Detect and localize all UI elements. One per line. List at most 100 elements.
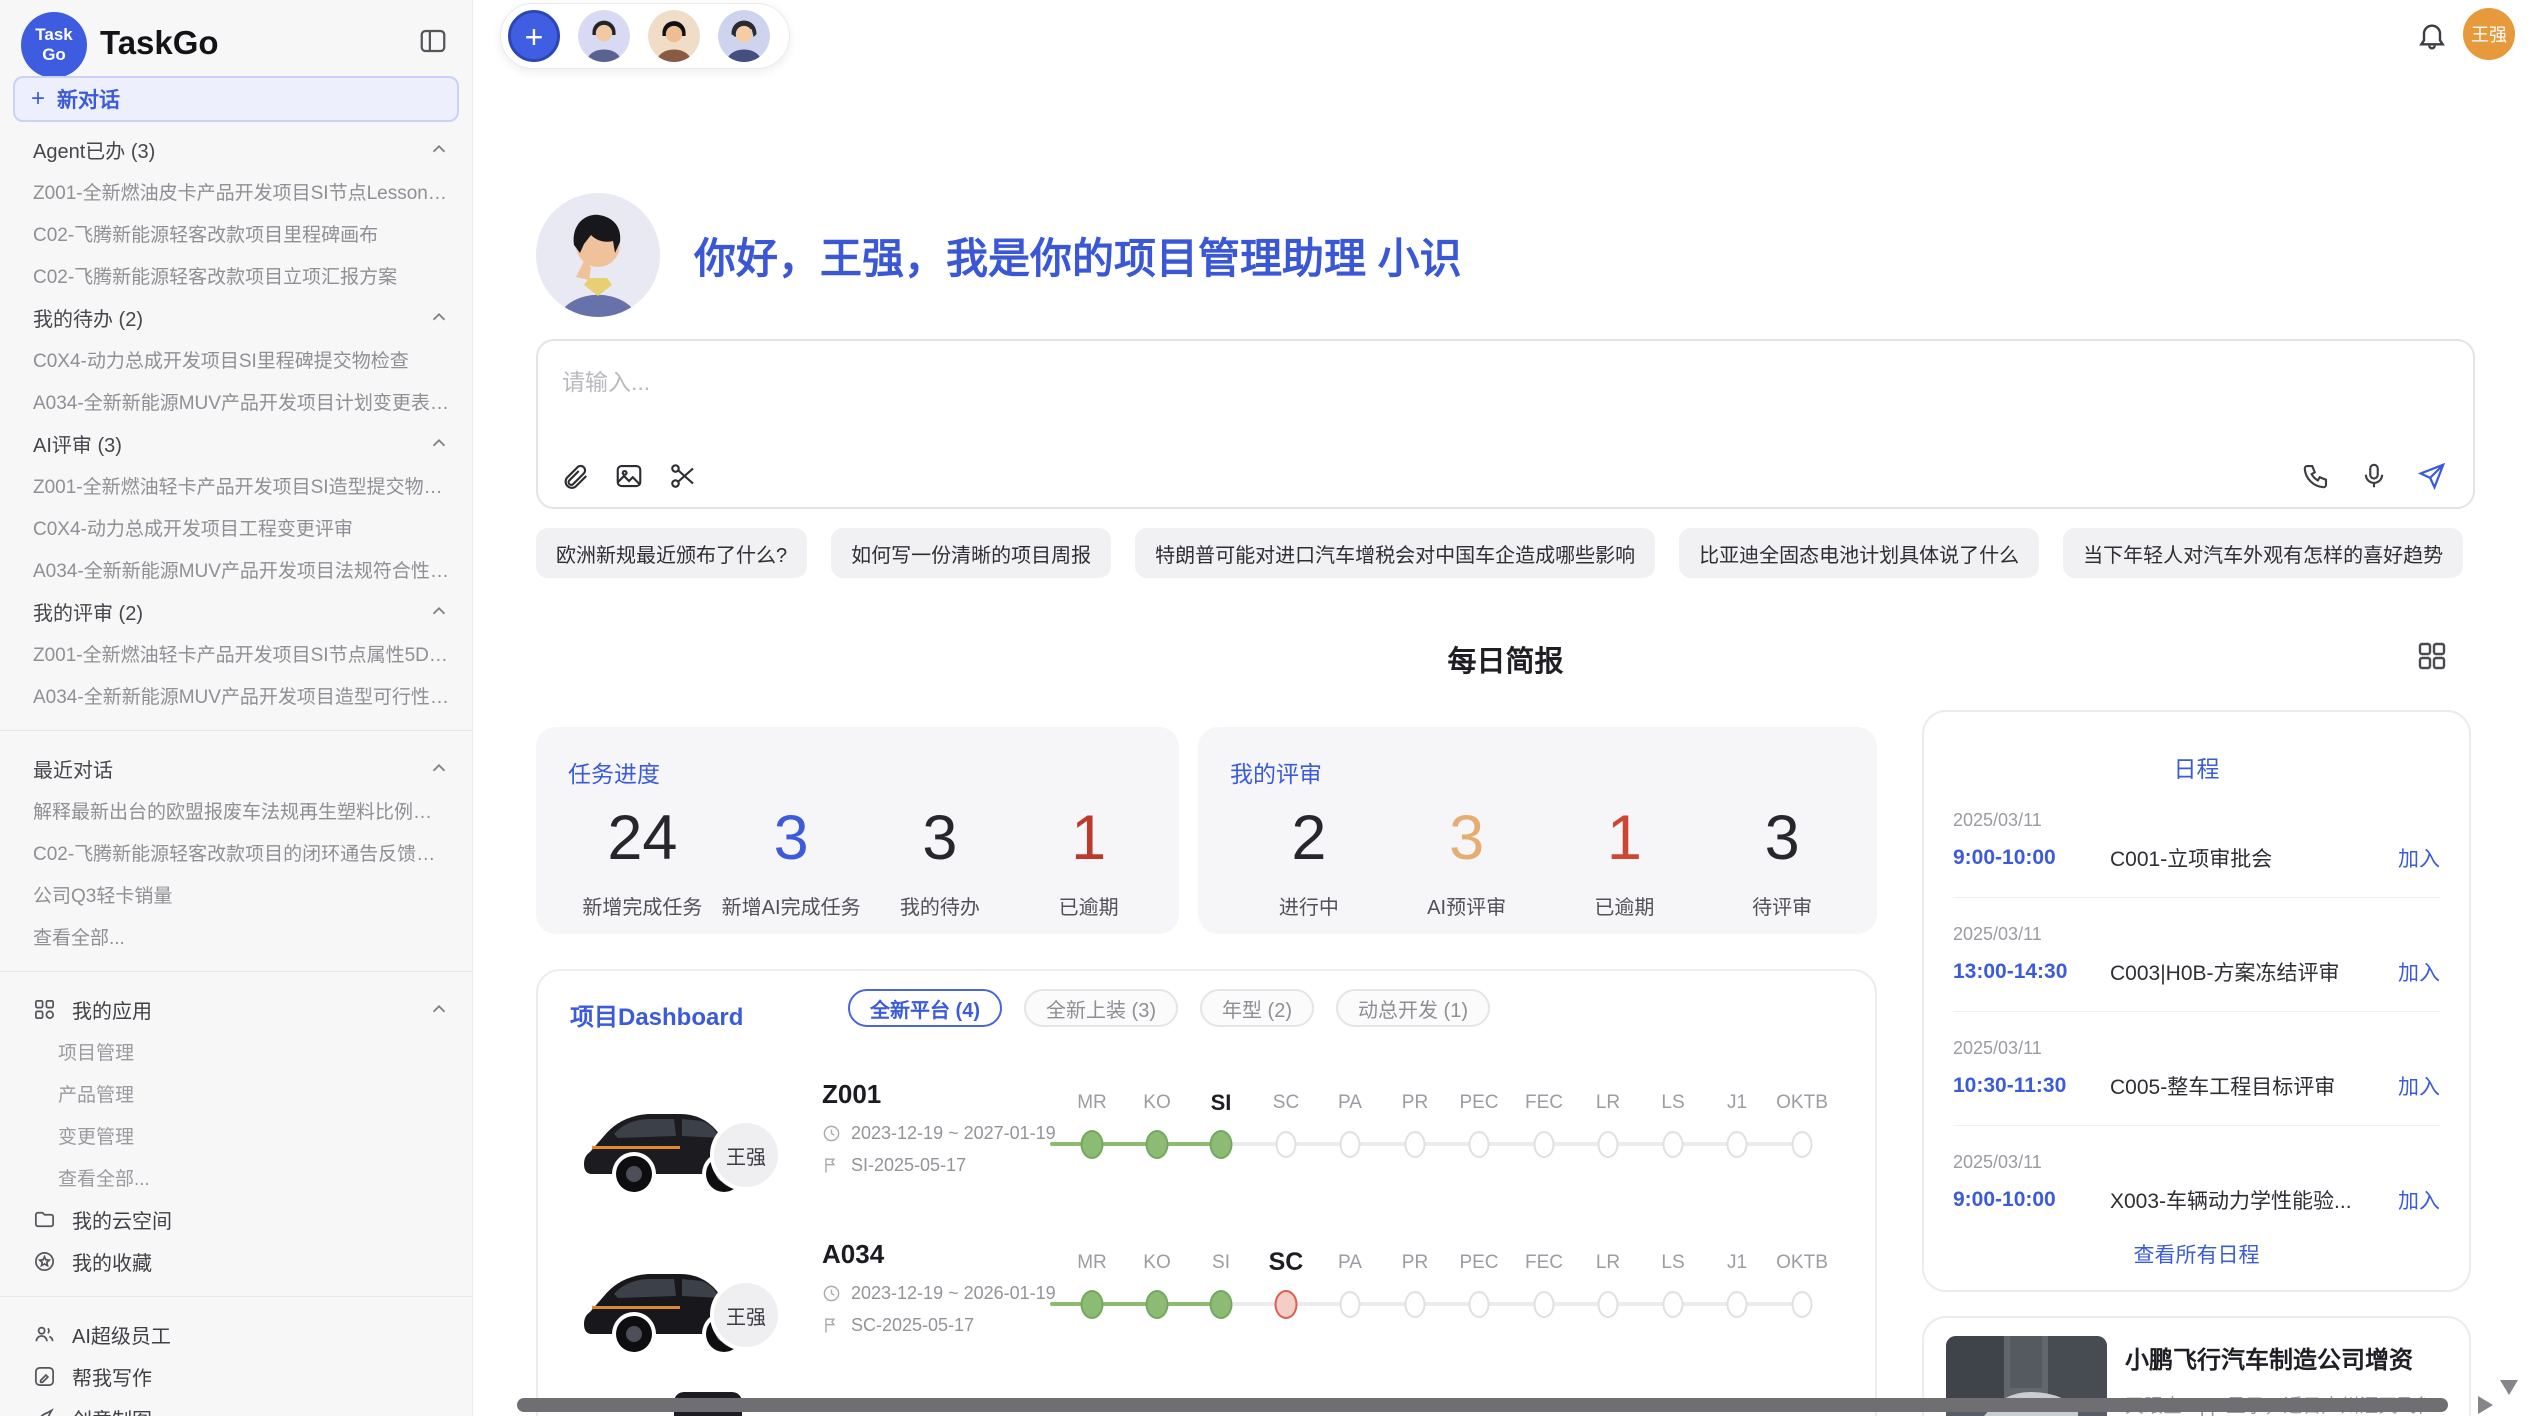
view-all-chats[interactable]: 查看全部... (0, 915, 472, 957)
list-item[interactable]: C0X4-动力总成开发项目SI里程碑提交物检查 (0, 338, 472, 380)
microphone-icon[interactable] (2359, 461, 2389, 491)
milestone-node[interactable] (1210, 1130, 1233, 1159)
milestone-node[interactable] (1340, 1131, 1361, 1158)
view-all-apps[interactable]: 查看全部... (0, 1156, 472, 1198)
list-item[interactable]: Z001-全新燃油轻卡产品开发项目SI节点属性5D文件评审 (0, 632, 472, 674)
user-avatar[interactable]: 王强 (2463, 8, 2515, 60)
scroll-down-arrow[interactable] (2500, 1380, 2518, 1395)
suggestion-chip[interactable]: 如何写一份清晰的项目周报 (831, 528, 1111, 578)
join-link[interactable]: 加入 (2398, 1185, 2440, 1215)
milestone-node[interactable] (1405, 1131, 1426, 1158)
sidebar-item-change-mgmt[interactable]: 变更管理 (0, 1114, 472, 1156)
message-input[interactable] (560, 361, 2264, 429)
dashboard-title: 项目Dashboard (570, 997, 743, 1032)
image-icon[interactable] (614, 461, 644, 491)
suggestion-chip[interactable]: 当下年轻人对汽车外观有怎样的喜好趋势 (2063, 528, 2463, 578)
milestone-node[interactable] (1663, 1131, 1684, 1158)
list-item[interactable]: Z001-全新燃油皮卡产品开发项目SI节点Lesson Learn报告 (0, 170, 472, 212)
milestone-node[interactable] (1275, 1290, 1298, 1319)
assistant-avatar (536, 193, 660, 317)
milestone-node[interactable] (1534, 1131, 1555, 1158)
section-recent-chats[interactable]: 最近对话 (0, 747, 472, 789)
greeting: 你好，王强，我是你的项目管理助理 小识 (536, 193, 1462, 317)
tab-all-new-platform[interactable]: 全新平台 (4) (848, 989, 1002, 1027)
sidebar-item-product-mgmt[interactable]: 产品管理 (0, 1072, 472, 1114)
milestone-label: MR (1077, 1092, 1107, 1114)
schedule-event-title: X003-车辆动力学性能验... (2110, 1185, 2386, 1215)
list-item[interactable]: C0X4-动力总成开发项目工程变更评审 (0, 506, 472, 548)
sidebar-item-project-mgmt[interactable]: 项目管理 (0, 1030, 472, 1072)
section-ai-review[interactable]: AI评审 (3) (0, 422, 472, 464)
milestone-node[interactable] (1081, 1290, 1104, 1319)
project-row[interactable]: 王强 Z001 2023-12-19 ~ 2027-01-19 SI-2025-… (538, 1061, 1875, 1221)
milestone-node[interactable] (1469, 1291, 1490, 1318)
view-all-schedule-link[interactable]: 查看所有日程 (1924, 1239, 2469, 1269)
sidebar-collapse-icon[interactable] (418, 26, 448, 56)
section-my-apps[interactable]: 我的应用 (0, 988, 472, 1030)
milestone-node[interactable] (1792, 1291, 1813, 1318)
join-link[interactable]: 加入 (2398, 1071, 2440, 1101)
project-row[interactable]: 王强 A034 2023-12-19 ~ 2026-01-19 SC-2025-… (538, 1221, 1875, 1381)
milestone-node[interactable] (1792, 1131, 1813, 1158)
list-item[interactable]: 公司Q3轻卡销量 (0, 873, 472, 915)
scissors-icon[interactable] (668, 461, 698, 491)
tab-all-new-body[interactable]: 全新上装 (3) (1024, 989, 1178, 1027)
section-my-review[interactable]: 我的评审 (2) (0, 590, 472, 632)
send-icon[interactable] (2417, 461, 2447, 491)
sidebar-item-favorites[interactable]: 我的收藏 (0, 1240, 472, 1282)
list-item[interactable]: 解释最新出台的欧盟报废车法规再生塑料比例被调至15%... (0, 789, 472, 831)
schedule-event-title: C003|H0B-方案冻结评审 (2110, 957, 2386, 987)
avatar[interactable] (648, 10, 700, 62)
suggestion-chip[interactable]: 比亚迪全固态电池计划具体说了什么 (1679, 528, 2039, 578)
suggestion-chip[interactable]: 欧洲新规最近颁布了什么? (536, 528, 807, 578)
milestone-node[interactable] (1210, 1290, 1233, 1319)
milestone-node[interactable] (1146, 1290, 1169, 1319)
scroll-right-arrow[interactable] (2478, 1396, 2493, 1414)
list-item[interactable]: Z001-全新燃油轻卡产品开发项目SI造型提交物评审 (0, 464, 472, 506)
divider (0, 730, 472, 731)
sidebar-item-ai-staff[interactable]: AI超级员工 (0, 1313, 472, 1355)
tab-model-year[interactable]: 年型 (2) (1200, 989, 1314, 1027)
add-agent-button[interactable]: + (508, 10, 560, 62)
milestone-node[interactable] (1081, 1130, 1104, 1159)
milestone-node[interactable] (1727, 1131, 1748, 1158)
clock-icon (822, 1284, 841, 1303)
list-item[interactable]: A034-全新新能源MUV产品开发项目计划变更表编写 (0, 380, 472, 422)
sidebar-item-help-write[interactable]: 帮我写作 (0, 1355, 472, 1397)
join-link[interactable]: 加入 (2398, 843, 2440, 873)
milestone-node[interactable] (1598, 1291, 1619, 1318)
list-item[interactable]: A034-全新新能源MUV产品开发项目法规符合性评审 (0, 548, 472, 590)
tab-powertrain-dev[interactable]: 动总开发 (1) (1336, 989, 1490, 1027)
metric: 3新增AI完成任务 (717, 805, 866, 920)
milestone-node[interactable] (1340, 1291, 1361, 1318)
sidebar-item-creative-draw[interactable]: 创意制图 (0, 1397, 472, 1416)
horizontal-scrollbar[interactable] (517, 1398, 2448, 1412)
avatar[interactable] (718, 10, 770, 62)
milestone-node[interactable] (1727, 1291, 1748, 1318)
section-agent-done[interactable]: Agent已办 (3) (0, 128, 472, 170)
schedule-time: 9:00-10:00 (1953, 846, 2110, 870)
section-my-todo[interactable]: 我的待办 (2) (0, 296, 472, 338)
notification-bell-icon[interactable] (2416, 19, 2448, 51)
avatar[interactable] (578, 10, 630, 62)
phone-icon[interactable] (2301, 461, 2331, 491)
milestone-node[interactable] (1276, 1131, 1297, 1158)
milestone-node[interactable] (1469, 1131, 1490, 1158)
list-item[interactable]: A034-全新新能源MUV产品开发项目造型可行性评审 (0, 674, 472, 716)
milestone-node[interactable] (1663, 1291, 1684, 1318)
new-chat-button[interactable]: + 新对话 (13, 76, 459, 122)
join-link[interactable]: 加入 (2398, 957, 2440, 987)
composer-tools-left (560, 461, 698, 491)
list-item[interactable]: C02-飞腾新能源轻客改款项目立项汇报方案 (0, 254, 472, 296)
layout-grid-icon[interactable] (2416, 640, 2448, 672)
milestone-node[interactable] (1598, 1131, 1619, 1158)
list-item[interactable]: C02-飞腾新能源轻客改款项目里程碑画布 (0, 212, 472, 254)
milestone-node[interactable] (1534, 1291, 1555, 1318)
attachment-icon[interactable] (560, 461, 590, 491)
suggestion-chip[interactable]: 特朗普可能对进口汽车增税会对中国车企造成哪些影响 (1135, 528, 1655, 578)
milestone-node[interactable] (1405, 1291, 1426, 1318)
metric: 1已逾期 (1546, 805, 1704, 920)
list-item[interactable]: C02-飞腾新能源轻客改款项目的闭环通告反馈情况 (0, 831, 472, 873)
milestone-node[interactable] (1146, 1130, 1169, 1159)
sidebar-item-cloud-space[interactable]: 我的云空间 (0, 1198, 472, 1240)
